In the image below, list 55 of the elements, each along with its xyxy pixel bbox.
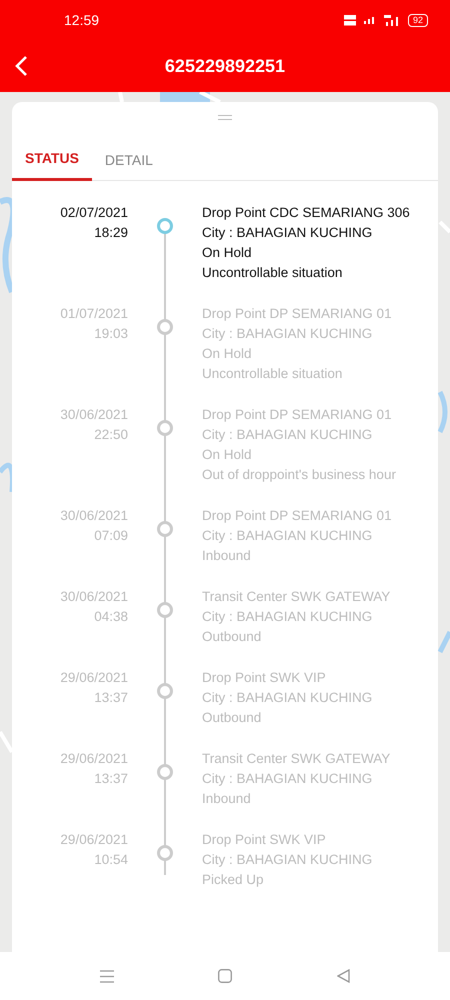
event-detail: Inbound [202,790,252,808]
event-date: 01/07/2021 [59,305,128,323]
event-detail: On Hold [202,446,253,464]
event-detail: Transit Center SWK GATEWAY [202,750,392,768]
event-detail: Uncontrollable situation [202,264,344,282]
status-time: 12:59 [64,10,100,30]
event-detail: Outbound [202,628,262,646]
event-detail: City : BAHAGIAN KUCHING [202,527,374,545]
event-detail: On Hold [202,345,253,363]
event-detail: Out of droppoint's business hour [202,466,397,484]
event-date: 29/06/2021 [59,750,128,768]
home-icon[interactable] [218,969,232,983]
event-time: 07:09 [93,527,128,545]
event-detail: Drop Point SWK VIP [202,669,327,687]
event-date: 29/06/2021 [59,831,128,849]
event-detail: On Hold [202,244,253,262]
tab[interactable]: DETAIL [92,139,166,181]
event-detail: City : BAHAGIAN KUCHING [202,426,374,444]
menu-icon[interactable] [100,970,114,982]
event-time: 19:03 [93,325,128,343]
signal-icon [384,14,400,26]
event-date: 30/06/2021 [59,507,128,525]
signal-icon [364,16,376,24]
event-detail: Drop Point DP SEMARIANG 01 [202,507,393,525]
event-detail: Drop Point DP SEMARIANG 01 [202,406,393,424]
event-detail: City : BAHAGIAN KUCHING [202,851,374,869]
event-time: 04:38 [93,608,128,626]
event-detail: Drop Point CDC SEMARIANG 306 [202,204,411,222]
event-detail: Uncontrollable situation [202,365,344,383]
event-detail: City : BAHAGIAN KUCHING [202,770,374,788]
battery-icon: 92 [408,14,428,26]
event-detail: City : BAHAGIAN KUCHING [202,689,374,707]
event-date: 02/07/2021 [59,204,128,222]
event-detail: City : BAHAGIAN KUCHING [202,325,374,343]
event-date: 30/06/2021 [59,588,128,606]
event-detail: Outbound [202,709,262,727]
event-detail: Picked Up [202,871,265,889]
event-date: 29/06/2021 [59,669,128,687]
event-detail: Transit Center SWK GATEWAY [202,588,392,606]
event-time: 22:50 [93,426,128,444]
volte-icon [344,14,356,26]
event-time: 13:37 [93,689,128,707]
event-detail: City : BAHAGIAN KUCHING [202,608,374,626]
event-date: 30/06/2021 [59,406,128,424]
event-detail: Drop Point DP SEMARIANG 01 [202,305,393,323]
drag-handle[interactable] [218,115,232,120]
back-icon[interactable] [336,969,350,983]
event-time: 13:37 [93,770,128,788]
tab[interactable]: STATUS [12,139,92,181]
event-time: 10:54 [93,851,128,869]
event-detail: Drop Point SWK VIP [202,831,327,849]
event-detail: Inbound [202,547,252,565]
event-time: 18:29 [93,224,128,242]
tracking-number-title: 625229892251 [164,54,286,78]
event-detail: City : BAHAGIAN KUCHING [202,224,374,242]
